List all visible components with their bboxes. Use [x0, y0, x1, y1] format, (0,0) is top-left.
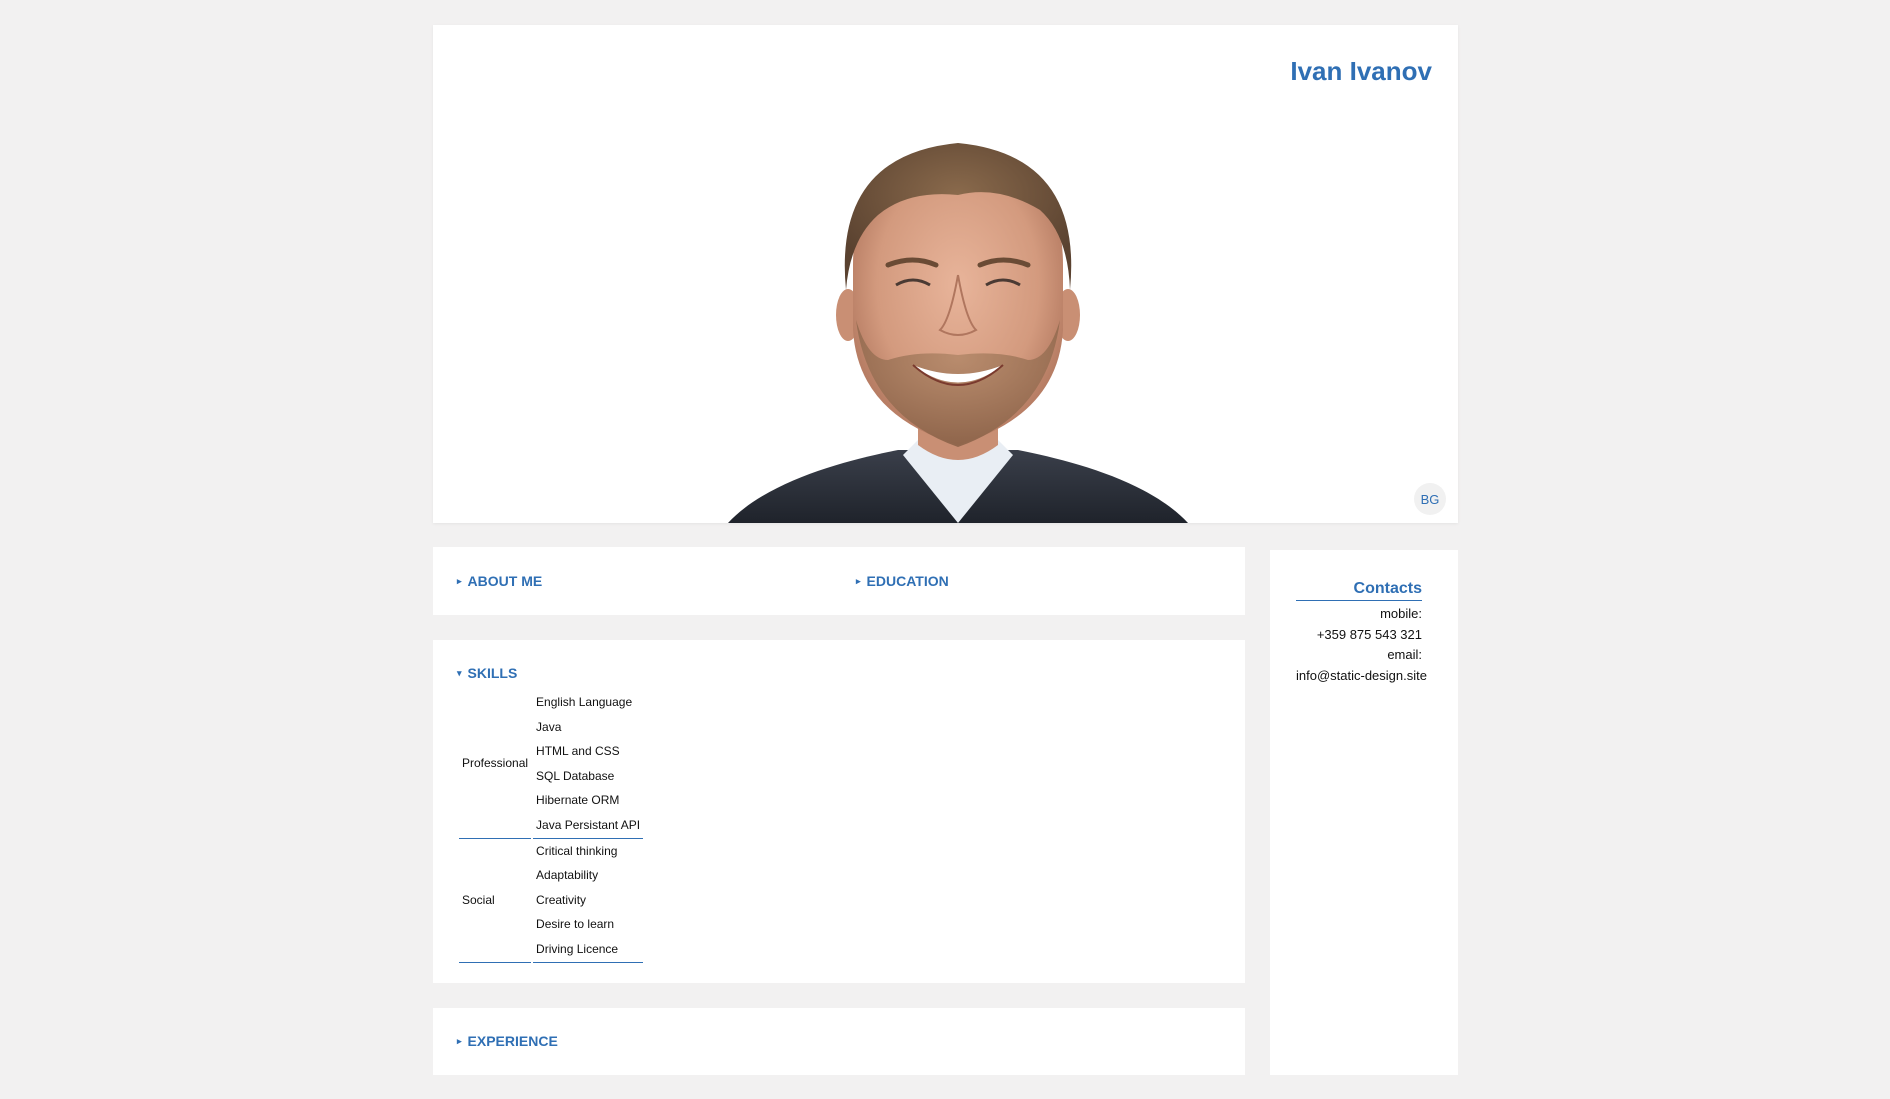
expand-arrow-icon: ▸: [457, 1035, 462, 1046]
skill-item: Critical thinking: [536, 843, 618, 858]
about-me-toggle[interactable]: ▸ ABOUT ME: [457, 573, 542, 589]
skill-item: Hibernate ORM: [536, 793, 620, 808]
language-toggle-button[interactable]: BG: [1414, 483, 1446, 515]
skill-item: Driving Licence: [533, 937, 644, 963]
profile-photo: [728, 143, 1188, 523]
about-me-label: ABOUT ME: [467, 573, 543, 589]
profile-name: Ivan Ivanov: [1290, 56, 1432, 86]
skill-item: English Language: [536, 695, 633, 709]
table-row: Professional English Language: [459, 690, 643, 839]
contacts-sidebar: Contacts mobile: +359 875 543 321 email:…: [1270, 550, 1458, 1075]
skill-item: Desire to learn: [536, 917, 615, 932]
education-toggle[interactable]: ▸ EDUCATION: [856, 573, 949, 589]
expand-arrow-icon: ▸: [457, 575, 462, 586]
education-label: EDUCATION: [866, 573, 949, 589]
table-row: Social Critical thinking: [459, 839, 643, 963]
experience-panel: ▸ EXPERIENCE: [433, 1008, 1245, 1075]
skill-item: Adaptability: [536, 868, 599, 883]
skill-item: Creativity: [536, 892, 587, 907]
skills-label: SKILLS: [467, 665, 518, 681]
skill-item: Java: [536, 719, 562, 734]
contacts-block: Contacts mobile: +359 875 543 321 email:…: [1296, 580, 1427, 687]
expand-arrow-icon: ▸: [856, 575, 861, 586]
mobile-label: mobile:: [1380, 606, 1422, 621]
skills-toggle[interactable]: ▾ SKILLS: [457, 665, 517, 681]
about-education-panel: ▸ ABOUT ME ▸ EDUCATION: [433, 547, 1245, 615]
experience-label: EXPERIENCE: [467, 1033, 558, 1049]
skill-category: Social: [459, 839, 532, 963]
experience-toggle[interactable]: ▸ EXPERIENCE: [457, 1033, 558, 1049]
skills-table: Professional English Language Java HTML …: [457, 690, 645, 963]
skill-category: Professional: [459, 690, 532, 839]
skills-panel: ▾ SKILLS Professional English Language J…: [433, 640, 1245, 983]
email-value[interactable]: info@static-design.site: [1296, 666, 1427, 687]
mobile-value[interactable]: +359 875 543 321: [1296, 625, 1422, 646]
collapse-arrow-icon: ▾: [457, 667, 462, 678]
skill-item: Java Persistant API: [533, 813, 644, 839]
profile-header-card: Ivan Ivanov BG: [433, 25, 1458, 523]
contacts-title: Contacts: [1296, 580, 1422, 601]
skill-item: HTML and CSS: [536, 744, 620, 759]
skill-item: SQL Database: [536, 768, 615, 783]
email-label: email:: [1387, 647, 1422, 662]
